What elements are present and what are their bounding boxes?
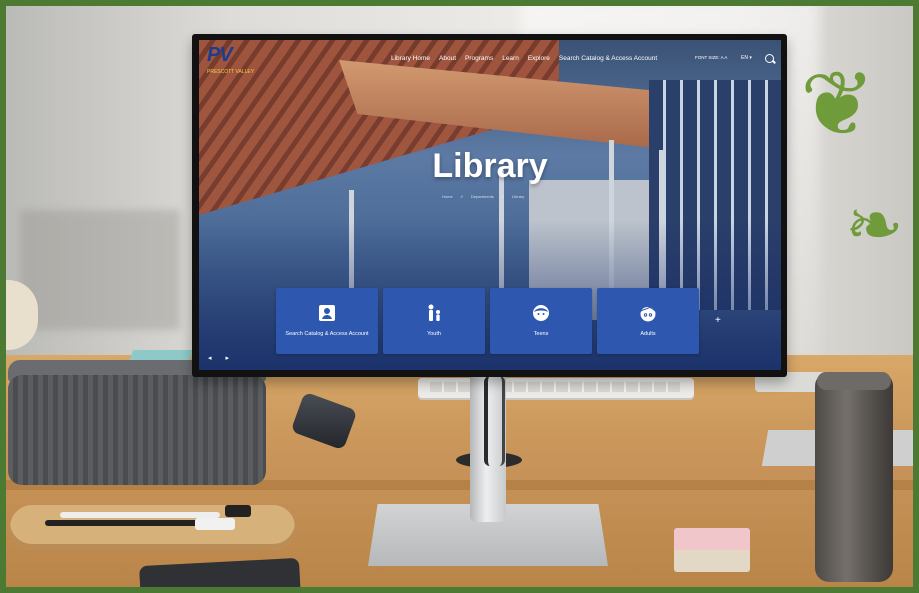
page-title: Library [432, 147, 548, 185]
card-teens[interactable]: Teens [490, 288, 592, 354]
nav-link-learn[interactable]: Learn [502, 55, 519, 62]
card-label: Search Catalog & Access Account [285, 331, 369, 337]
search-icon[interactable] [765, 54, 774, 63]
pen [45, 520, 215, 526]
blurred-shelf [20, 210, 180, 330]
card-label: Teens [533, 331, 549, 337]
adult-face-icon [640, 306, 656, 322]
nav-link-library-home[interactable]: Library Home [391, 55, 430, 62]
breadcrumb-separator: // [501, 194, 505, 199]
nav-link-search-catalog[interactable]: Search Catalog & Access Account [559, 55, 657, 62]
card-label: Youth [427, 331, 441, 337]
site-nav: PV PRESCOTT VALLEY Library Home About Pr… [199, 40, 781, 80]
font-size-control[interactable]: FONT SIZE: A A [695, 55, 727, 60]
eraser [195, 518, 235, 530]
monitor-cable [484, 376, 505, 466]
keyboard-keys [430, 382, 680, 392]
logo-text: PV [207, 44, 233, 66]
pen [60, 512, 220, 518]
site-logo[interactable]: PV PRESCOTT VALLEY [207, 44, 255, 78]
nav-link-explore[interactable]: Explore [528, 55, 550, 62]
nav-link-programs[interactable]: Programs [465, 55, 493, 62]
gray-speaker [8, 375, 266, 485]
card-search-catalog[interactable]: Search Catalog & Access Account [276, 288, 378, 354]
sticky-notes [674, 528, 750, 572]
plant-leaves: ❦ [800, 55, 876, 155]
carousel-arrows[interactable]: ◂ ▸ [208, 354, 235, 362]
teen-face-icon [533, 305, 549, 321]
account-icon [319, 305, 335, 321]
monitor-screen: PV PRESCOTT VALLEY Library Home About Pr… [199, 40, 781, 370]
breadcrumb-library: Library [512, 194, 525, 199]
breadcrumb: Home // Departments // Library [442, 194, 524, 199]
nav-links: Library Home About Programs Learn Explor… [391, 55, 657, 62]
card-label: Adults [640, 331, 656, 337]
breadcrumb-departments[interactable]: Departments [471, 194, 494, 199]
quick-link-cards: Search Catalog & Access Account Youth Te… [276, 288, 699, 354]
bottle-cap [817, 372, 891, 390]
carousel-next-button[interactable]: + [715, 315, 721, 326]
breadcrumb-separator: // [460, 194, 463, 199]
nav-link-about[interactable]: About [439, 55, 456, 62]
parent-child-icon [428, 304, 440, 321]
plant-leaves-lower: ❧ [845, 186, 904, 264]
binder-clip [225, 505, 251, 517]
logo-subtext: PRESCOTT VALLEY [207, 69, 255, 75]
card-adults[interactable]: Adults [597, 288, 699, 354]
water-bottle [815, 372, 893, 582]
language-select[interactable]: EN ▾ [741, 55, 752, 61]
card-youth[interactable]: Youth [383, 288, 485, 354]
breadcrumb-home[interactable]: Home [442, 194, 453, 199]
photo-scene: ❦ ❧ PV PRESCOTT VALLEY Library Home Abou… [0, 0, 919, 593]
